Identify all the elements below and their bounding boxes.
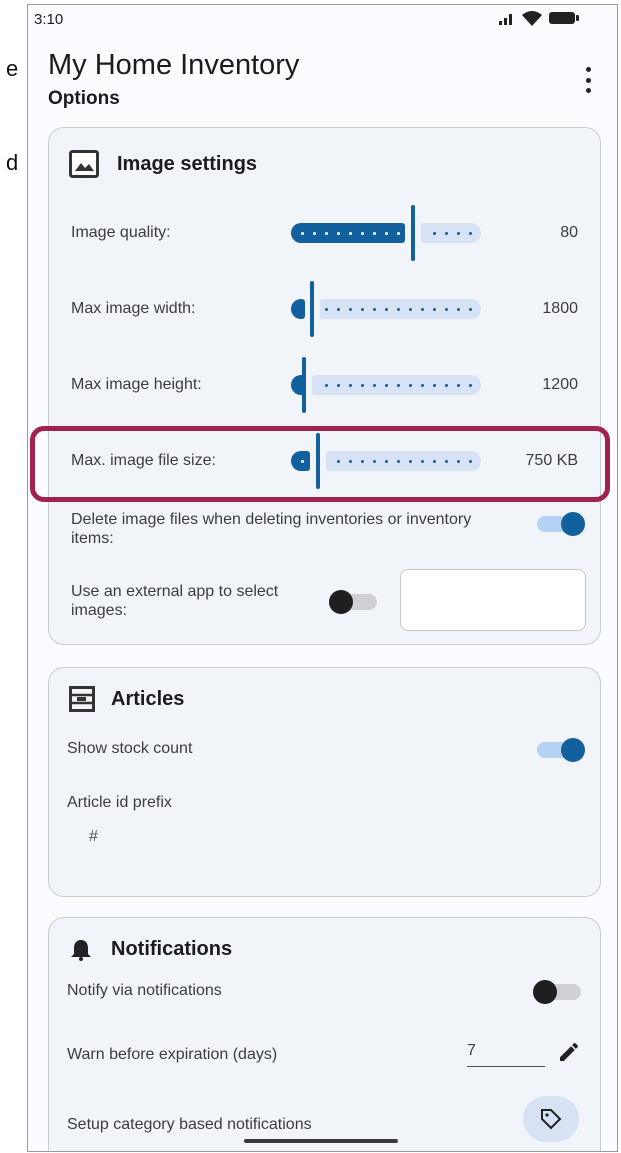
slider-tick <box>457 232 460 235</box>
notify-toggle[interactable] <box>533 980 581 1004</box>
menu-dot-icon <box>585 77 591 83</box>
cropped-side-text: d <box>6 150 19 175</box>
slider-tick <box>385 232 388 235</box>
highlight-box <box>30 426 610 502</box>
slider-tick <box>445 308 448 311</box>
slider-tick <box>433 308 436 311</box>
category-notifications-button[interactable] <box>523 1096 579 1142</box>
slider-tick <box>301 232 304 235</box>
image-icon <box>69 150 99 178</box>
notify-label: Notify via notifications <box>67 982 222 999</box>
slider-tick <box>445 232 448 235</box>
external-app-input[interactable] <box>400 569 586 631</box>
slider-tick <box>433 384 436 387</box>
notifications-card: Notifications Notify via notifications W… <box>48 917 601 1151</box>
image-settings-card: Image settings Image quality: 80 Max ima… <box>48 127 601 645</box>
warn-days-input[interactable]: 7 <box>467 1042 545 1067</box>
slider-thumb[interactable] <box>310 281 314 337</box>
slider-tick <box>421 308 424 311</box>
slider-tick <box>361 232 364 235</box>
slider-tick <box>313 232 316 235</box>
max-width-slider[interactable] <box>291 281 481 337</box>
status-bar: 3:10 <box>28 5 617 33</box>
slider-tick <box>373 308 376 311</box>
articles-title: Articles <box>111 687 185 710</box>
slider-tick <box>385 384 388 387</box>
slider-inactive-track <box>421 223 481 243</box>
slider-tick <box>373 232 376 235</box>
slider-tick <box>325 232 328 235</box>
slider-tick <box>421 384 424 387</box>
slider-tick <box>349 232 352 235</box>
slider-tick <box>349 384 352 387</box>
tag-icon <box>541 1109 562 1130</box>
slider-tick <box>469 384 472 387</box>
navigation-handle[interactable] <box>244 1139 398 1143</box>
slider-tick <box>325 308 328 311</box>
phone-screen: 3:10 My Home Inventory Options Image set… <box>27 4 618 1152</box>
warn-days-value: 7 <box>467 1042 476 1059</box>
signal-icon <box>499 14 512 25</box>
articles-icon <box>69 686 95 712</box>
max-width-label: Max image width: <box>71 300 196 317</box>
slider-tick <box>397 232 400 235</box>
category-notifications-label: Setup category based notifications <box>67 1116 312 1133</box>
image-quality-label: Image quality: <box>71 224 171 241</box>
articles-card: Articles Show stock count Article id pre… <box>48 667 601 897</box>
overflow-menu-button[interactable] <box>583 67 593 93</box>
slider-tick <box>469 308 472 311</box>
slider-tick <box>457 384 460 387</box>
menu-dot-icon <box>585 67 591 72</box>
battery-icon <box>549 12 579 24</box>
image-quality-slider[interactable] <box>291 205 481 261</box>
page-subtitle: Options <box>48 88 120 109</box>
external-app-toggle[interactable] <box>329 590 377 614</box>
show-stock-toggle[interactable] <box>537 738 585 762</box>
warn-label: Warn before expiration (days) <box>67 1046 278 1063</box>
slider-tick <box>349 308 352 311</box>
max-width-value: 1800 <box>542 300 578 317</box>
max-height-label: Max image height: <box>71 376 202 393</box>
slider-tick <box>325 384 328 387</box>
show-stock-label: Show stock count <box>67 740 193 757</box>
slider-tick <box>361 384 364 387</box>
slider-tick <box>337 384 340 387</box>
cropped-side-text: e <box>6 56 19 81</box>
article-prefix-label: Article id prefix <box>67 794 172 811</box>
edit-icon[interactable] <box>557 1040 581 1064</box>
slider-tick <box>337 308 340 311</box>
slider-tick <box>397 384 400 387</box>
slider-tick <box>409 384 412 387</box>
delete-files-toggle[interactable] <box>537 512 585 536</box>
slider-tick <box>445 384 448 387</box>
status-time: 3:10 <box>34 11 64 28</box>
max-height-value: 1200 <box>542 376 578 393</box>
menu-dot-icon <box>585 88 591 93</box>
notifications-header: Notifications <box>71 938 232 961</box>
slider-tick <box>409 308 412 311</box>
image-settings-title: Image settings <box>117 152 258 175</box>
slider-tick <box>361 308 364 311</box>
bell-icon <box>71 939 91 961</box>
slider-tick <box>337 232 340 235</box>
external-app-label: Use an external app to select images: <box>71 583 279 619</box>
app-title: My Home Inventory <box>48 49 300 81</box>
slider-tick <box>385 308 388 311</box>
image-quality-value: 80 <box>560 224 578 241</box>
image-settings-header: Image settings <box>69 150 257 178</box>
articles-header: Articles <box>69 686 184 712</box>
notifications-title: Notifications <box>111 938 233 960</box>
slider-tick <box>397 308 400 311</box>
slider-thumb[interactable] <box>411 205 415 261</box>
wifi-icon <box>522 11 542 26</box>
slider-active-track <box>291 299 305 319</box>
article-prefix-input[interactable]: # <box>89 828 98 846</box>
max-height-slider[interactable] <box>291 357 481 413</box>
slider-tick <box>373 384 376 387</box>
slider-tick <box>457 308 460 311</box>
slider-tick <box>469 232 472 235</box>
slider-thumb[interactable] <box>302 357 306 413</box>
delete-files-label: Delete image files when deleting invento… <box>71 511 472 547</box>
slider-tick <box>433 232 436 235</box>
